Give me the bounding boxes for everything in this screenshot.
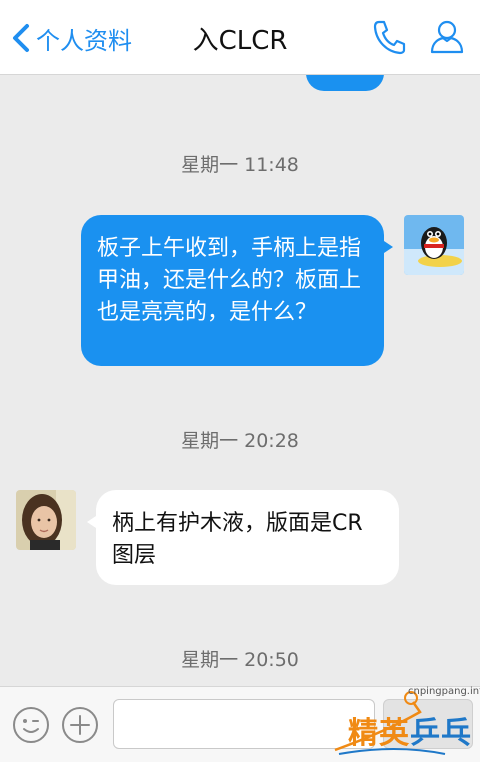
my-avatar[interactable] [404,215,464,275]
incoming-message[interactable]: 柄上有护木液，版面是CR图层 [87,490,399,585]
emoji-icon[interactable] [12,706,50,744]
contact-avatar[interactable] [16,490,76,550]
back-button[interactable]: 个人资料 [10,20,132,56]
person-photo-avatar [16,490,76,550]
chevron-left-icon [13,24,29,52]
previous-message-bubble[interactable] [306,75,384,91]
plus-icon[interactable] [61,706,99,744]
message-input[interactable] [113,699,375,749]
input-bar [0,686,480,762]
contact-icon[interactable] [429,18,465,56]
timestamp: 星期一 20:28 [181,430,299,452]
phone-icon[interactable] [371,18,407,56]
timestamp: 星期一 11:48 [181,154,299,176]
chat-title: 入CLCR [192,26,288,56]
timestamp: 星期一 20:50 [181,649,299,671]
chat-header: 个人资料 入CLCR [0,0,480,75]
outgoing-message[interactable]: 板子上午收到，手柄上是指甲油，还是什么的？板面上也是亮亮的，是什么？ [81,215,393,366]
penguin-avatar-icon [404,215,464,275]
back-label: 个人资料 [36,26,132,55]
message-list[interactable]: 星期一 11:48 板子上午收到，手柄上是指甲油，还是什么的？板面上也是亮亮的，… [0,75,480,686]
send-button[interactable] [383,699,473,749]
